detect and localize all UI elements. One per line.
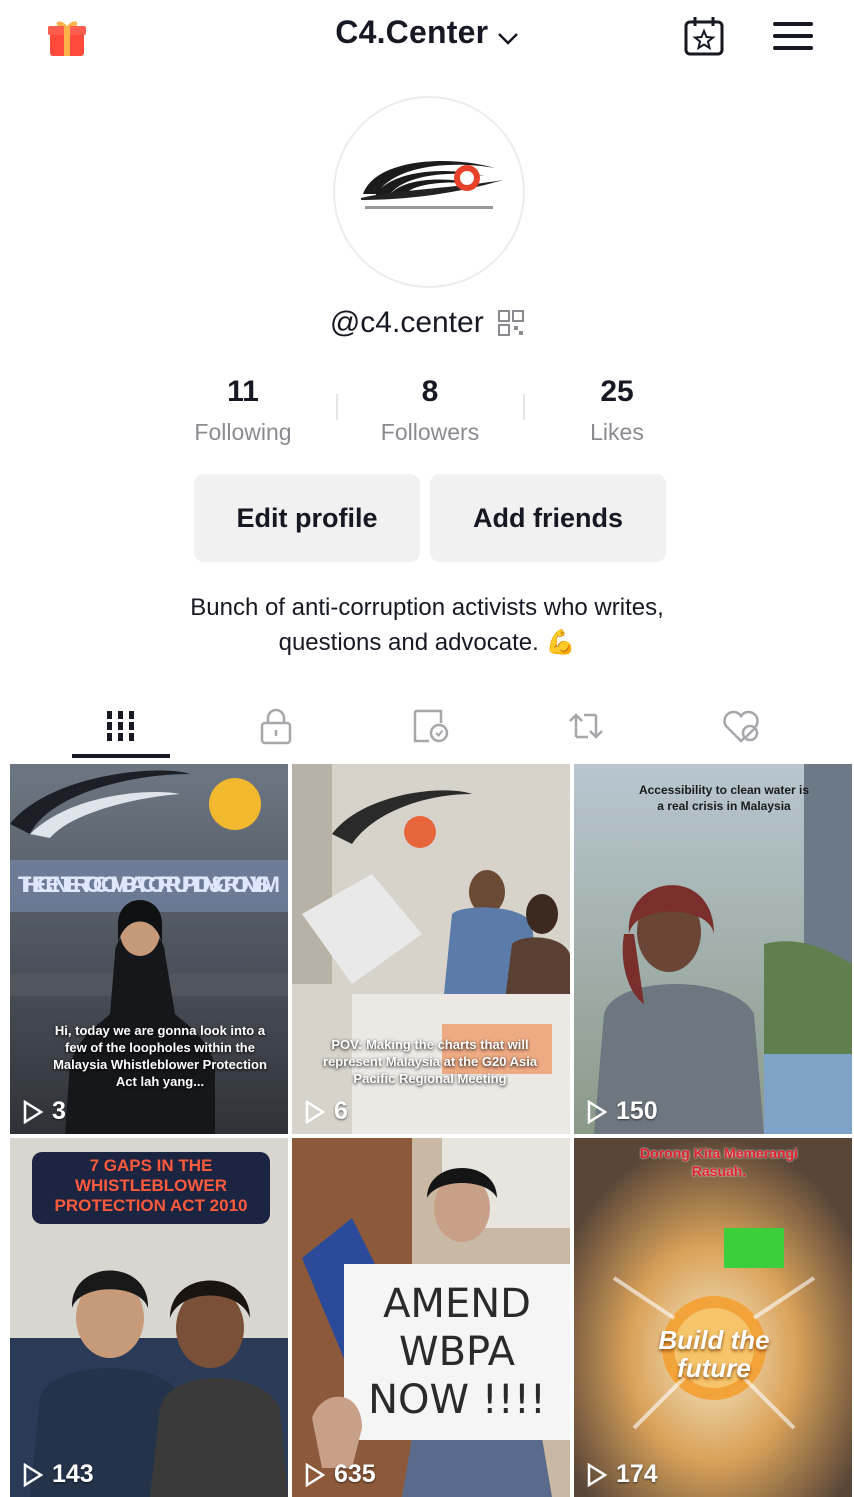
play-icon	[587, 1099, 608, 1124]
video-tile[interactable]: Accessibility to clean water is a real c…	[574, 764, 852, 1134]
followers-count: 8	[421, 375, 439, 408]
view-count: 6	[304, 1097, 348, 1126]
video-tile[interactable]: 7 GAPS IN THE WHISTLEBLOWER PROTECTION A…	[10, 1138, 288, 1497]
avatar[interactable]	[333, 96, 525, 288]
play-icon	[587, 1462, 608, 1487]
liked-heart-icon	[723, 710, 759, 743]
video-tile[interactable]: AMEND WBPA NOW !!!! 635	[292, 1138, 570, 1497]
view-count: 150	[586, 1097, 658, 1126]
repost-icon	[569, 713, 603, 739]
play-icon	[23, 1462, 44, 1487]
profile-stats: 11 Following 8 Followers 25 Likes	[150, 372, 710, 452]
tab-favorites[interactable]	[361, 690, 501, 762]
bio-line-2: questions and advocate. 💪	[0, 625, 854, 660]
tab-reposts[interactable]	[516, 690, 656, 762]
video-caption: Accessibility to clean water is a real c…	[638, 783, 810, 813]
thumbnail-overlay-text: Build the future	[658, 1325, 770, 1383]
tab-videos[interactable]	[51, 690, 191, 762]
edit-profile-button[interactable]: Edit profile	[194, 474, 420, 562]
top-bar: C4.Center	[0, 0, 854, 70]
video-tile[interactable]: THE CENTER TO COMBAT CORRUPTION & CRONYI…	[10, 764, 288, 1134]
view-count: 3	[22, 1097, 66, 1126]
view-count-value: 174	[616, 1460, 658, 1488]
play-icon	[305, 1462, 326, 1487]
favorites-icon	[413, 709, 449, 743]
c4-logo	[361, 160, 503, 209]
profile-bio: Bunch of anti-corruption activists who w…	[0, 590, 854, 660]
lock-private-icon	[260, 708, 292, 745]
view-count: 635	[304, 1460, 376, 1489]
play-icon	[23, 1099, 44, 1124]
calendar-star-icon[interactable]	[682, 14, 726, 58]
video-tile[interactable]: POV: Making the charts that will represe…	[292, 764, 570, 1134]
view-count-value: 150	[616, 1097, 658, 1125]
following-count: 11	[227, 375, 259, 408]
hamburger-menu-icon[interactable]	[770, 16, 816, 56]
video-caption: POV: Making the charts that will represe…	[322, 1037, 538, 1086]
flexed-biceps-emoji: 💪	[545, 629, 576, 656]
video-caption: AMEND WBPA NOW !!!!	[368, 1281, 546, 1423]
play-icon	[305, 1099, 326, 1124]
view-count-value: 6	[334, 1097, 348, 1125]
tab-liked[interactable]	[671, 690, 811, 762]
chevron-down-icon	[497, 32, 518, 45]
likes-label: Likes	[590, 419, 644, 445]
profile-tabs	[0, 690, 854, 762]
following-stat[interactable]: 11 Following	[150, 372, 336, 452]
view-count: 143	[22, 1460, 94, 1489]
qr-code-icon[interactable]	[498, 310, 525, 336]
thumbnail-overlay-text: THE CENTER TO COMBAT CORRUPTION & CRONYI…	[18, 872, 280, 897]
view-count: 174	[586, 1460, 658, 1489]
view-count-value: 3	[52, 1097, 66, 1125]
video-thumbnail	[574, 764, 852, 1134]
video-caption: Hi, today we are gonna look into a few o…	[53, 1023, 267, 1089]
username-handle: @c4.center	[329, 306, 484, 339]
followers-stat[interactable]: 8 Followers	[337, 372, 523, 452]
tab-private[interactable]	[206, 690, 346, 762]
video-caption: Dorong Kita Memerangi Rasuah.	[640, 1145, 798, 1179]
profile-title: C4.Center	[335, 14, 489, 50]
video-tile[interactable]: Dorong Kita Memerangi Rasuah. Build the …	[574, 1138, 852, 1497]
video-caption: 7 GAPS IN THE WHISTLEBLOWER PROTECTION A…	[54, 1156, 248, 1215]
likes-count: 25	[600, 375, 634, 408]
following-label: Following	[194, 419, 292, 445]
bio-line: Bunch of anti-corruption activists who w…	[190, 594, 664, 621]
add-friends-button[interactable]: Add friends	[430, 474, 666, 562]
video-thumbnail	[574, 1138, 852, 1497]
view-count-value: 143	[52, 1460, 94, 1488]
video-grid: THE CENTER TO COMBAT CORRUPTION & CRONYI…	[10, 764, 852, 1497]
active-tab-indicator	[72, 754, 170, 758]
handle-row: @c4.center	[0, 306, 854, 340]
likes-stat[interactable]: 25 Likes	[524, 372, 710, 452]
bio-line: questions and advocate.	[278, 629, 539, 656]
followers-label: Followers	[380, 419, 480, 445]
grid-videos-icon	[107, 711, 134, 741]
view-count-value: 635	[334, 1460, 376, 1488]
